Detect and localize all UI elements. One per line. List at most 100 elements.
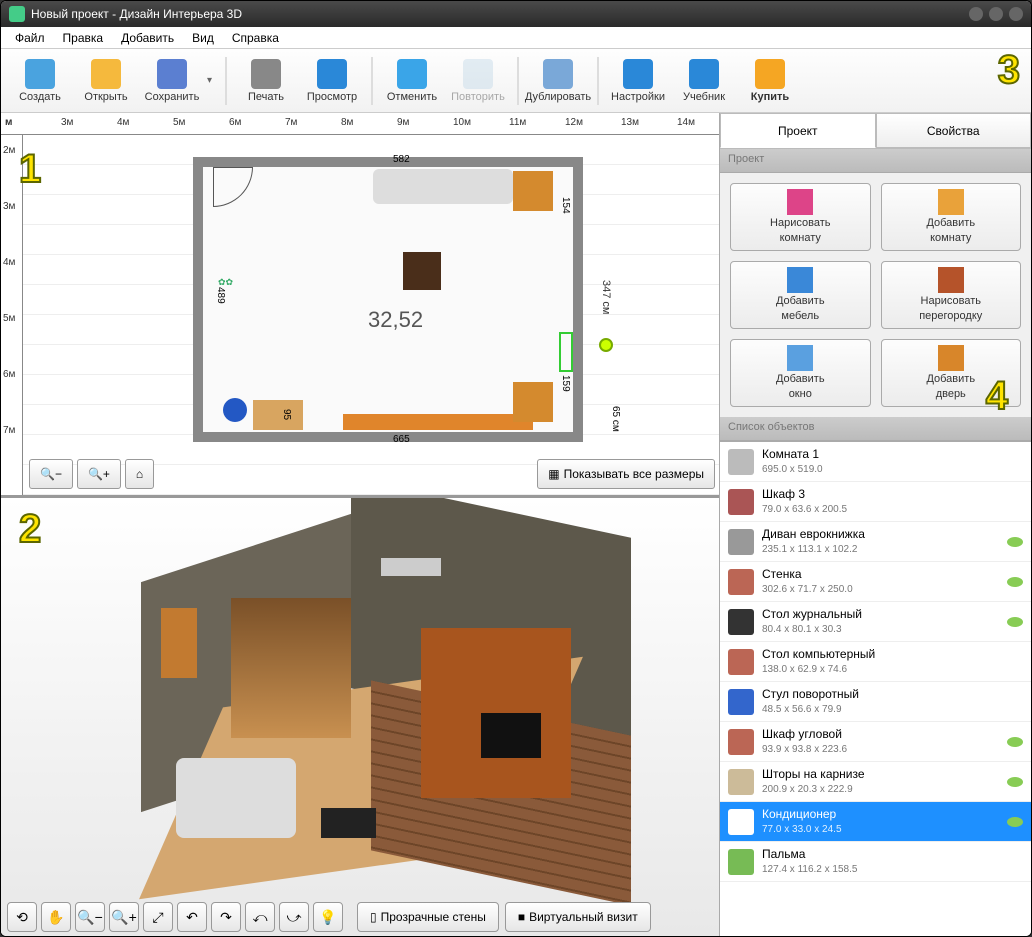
print-button[interactable]: Печать xyxy=(235,53,297,109)
view-fit-button[interactable]: ⤢ xyxy=(143,902,173,932)
corner-cabinet[interactable] xyxy=(513,171,553,211)
visibility-icon[interactable] xyxy=(1007,817,1023,827)
dim-plant: 489 xyxy=(215,287,226,304)
ruler-v-tick: 3м xyxy=(3,201,15,212)
dim-chair: 95 xyxy=(281,409,292,420)
menu-Вид[interactable]: Вид xyxy=(184,29,222,47)
view-3d[interactable]: ⟲✋🔍−🔍+⤢↶↷⤺⤻💡 ▯Прозрачные стены ■Виртуаль… xyxy=(1,495,719,937)
plant[interactable]: ✿✿ xyxy=(218,277,278,337)
menu-Правка[interactable]: Правка xyxy=(55,29,112,47)
object-row[interactable]: Пальма127.4 x 116.2 x 158.5 xyxy=(720,842,1031,882)
view-360-button[interactable]: ⟲ xyxy=(7,902,37,932)
menu-Файл[interactable]: Файл xyxy=(7,29,53,47)
tab-properties[interactable]: Свойства xyxy=(876,113,1032,148)
action-draw-room[interactable]: Нарисоватькомнату xyxy=(730,183,871,251)
create-button[interactable]: Создать xyxy=(9,53,71,109)
view-hand-button[interactable]: ✋ xyxy=(41,902,71,932)
menu-Добавить[interactable]: Добавить xyxy=(113,29,182,47)
object-icon xyxy=(728,449,754,475)
ruler-v-tick: 5м xyxy=(3,313,15,324)
save-icon xyxy=(157,59,187,89)
coffee-table[interactable] xyxy=(403,252,441,290)
object-list[interactable]: Комната 1695.0 x 519.0Шкаф 379.0 x 63.6 … xyxy=(720,441,1031,937)
table-3d xyxy=(321,808,376,838)
transparent-walls-toggle[interactable]: ▯Прозрачные стены xyxy=(357,902,499,932)
open-button[interactable]: Открыть xyxy=(75,53,137,109)
minimize-button[interactable] xyxy=(969,7,983,21)
show-all-dims-toggle[interactable]: ▦ Показывать все размеры xyxy=(537,459,715,489)
action-add-window[interactable]: Добавитьокно xyxy=(730,339,871,407)
action-add-furniture[interactable]: Добавитьмебель xyxy=(730,261,871,329)
annotation-1: 1 xyxy=(19,147,41,192)
view-rotate-r-button[interactable]: ↷ xyxy=(211,902,241,932)
toolbar: СоздатьОткрытьСохранить ▾ ПечатьПросмотр От… xyxy=(1,49,1031,113)
zoom-in-button[interactable]: 🔍+ xyxy=(77,459,121,489)
view-zoom-in-button[interactable]: 🔍+ xyxy=(109,902,139,932)
object-name: Пальма xyxy=(762,847,1023,863)
object-row[interactable]: Комната 1695.0 x 519.0 xyxy=(720,442,1031,482)
dim-top: 582 xyxy=(393,154,410,165)
ruler-h-tick: 13м xyxy=(621,117,639,128)
selected-ac[interactable] xyxy=(559,332,573,372)
object-row[interactable]: Стол компьютерный138.0 x 62.9 x 74.6 xyxy=(720,642,1031,682)
titlebar[interactable]: Новый проект - Дизайн Интерьера 3D xyxy=(1,1,1031,27)
visibility-icon[interactable] xyxy=(1007,737,1023,747)
app-window: Новый проект - Дизайн Интерьера 3D ФайлП… xyxy=(0,0,1032,937)
object-name: Диван еврокнижка xyxy=(762,527,999,543)
close-button[interactable] xyxy=(1009,7,1023,21)
chair[interactable] xyxy=(223,398,247,422)
maximize-button[interactable] xyxy=(989,7,1003,21)
visibility-icon[interactable] xyxy=(1007,577,1023,587)
settings-button[interactable]: Настройки xyxy=(607,53,669,109)
object-row[interactable]: Кондиционер77.0 x 33.0 x 24.5 xyxy=(720,802,1031,842)
tab-project[interactable]: Проект xyxy=(720,113,876,148)
ruler-horizontal: м 3м4м5м6м7м8м9м10м11м12м13м14м xyxy=(1,113,719,135)
right-panel: Проект Свойства Проект Нарисоватькомнату… xyxy=(719,113,1031,937)
ruler-h-tick: 8м xyxy=(341,117,353,128)
ruler-h-tick: 14м xyxy=(677,117,695,128)
desk[interactable] xyxy=(253,400,303,430)
sofa-top[interactable] xyxy=(373,169,513,204)
save-dropdown[interactable]: ▾ xyxy=(207,75,217,86)
object-row[interactable]: Шторы на карнизе200.9 x 20.3 x 222.9 xyxy=(720,762,1031,802)
action-add-room[interactable]: Добавитькомнату xyxy=(881,183,1022,251)
object-row[interactable]: Стул поворотный48.5 x 56.6 x 79.9 xyxy=(720,682,1031,722)
duplicate-icon xyxy=(543,59,573,89)
save-button[interactable]: Сохранить xyxy=(141,53,203,109)
view-3d-tools: ⟲✋🔍−🔍+⤢↶↷⤺⤻💡 xyxy=(7,902,343,932)
visibility-icon[interactable] xyxy=(1007,617,1023,627)
object-row[interactable]: Диван еврокнижка235.1 x 113.1 x 102.2 xyxy=(720,522,1031,562)
manual-button[interactable]: Учебник xyxy=(673,53,735,109)
duplicate-button[interactable]: Дублировать xyxy=(527,53,589,109)
menu-Справка[interactable]: Справка xyxy=(224,29,287,47)
redo-button[interactable]: Повторить xyxy=(447,53,509,109)
zoom-out-button[interactable]: 🔍− xyxy=(29,459,73,489)
preview-icon xyxy=(317,59,347,89)
visibility-icon[interactable] xyxy=(1007,777,1023,787)
preview-button[interactable]: Просмотр xyxy=(301,53,363,109)
object-icon xyxy=(728,849,754,875)
virtual-visit-button[interactable]: ■Виртуальный визит xyxy=(505,902,651,932)
add-window-icon xyxy=(787,345,813,371)
annotation-3: 3 xyxy=(998,48,1020,93)
wall-unit[interactable] xyxy=(343,414,533,430)
view-rotate-l-button[interactable]: ↶ xyxy=(177,902,207,932)
action-draw-partition[interactable]: Нарисоватьперегородку xyxy=(881,261,1022,329)
view-arc-r-button[interactable]: ⤻ xyxy=(279,902,309,932)
object-row[interactable]: Шкаф угловой93.9 x 93.8 x 223.6 xyxy=(720,722,1031,762)
floor-plan[interactable]: 32,52 ✿✿ 582 665 347 с xyxy=(23,135,719,495)
home-button[interactable]: ⌂ xyxy=(125,459,154,489)
object-row[interactable]: Стол журнальный80.4 x 80.1 x 30.3 xyxy=(720,602,1031,642)
view-light-button[interactable]: 💡 xyxy=(313,902,343,932)
undo-button[interactable]: Отменить xyxy=(381,53,443,109)
object-row[interactable]: Стенка302.6 x 71.7 x 250.0 xyxy=(720,562,1031,602)
corner-cabinet-2[interactable] xyxy=(513,382,553,422)
view-arc-l-button[interactable]: ⤺ xyxy=(245,902,275,932)
buy-button[interactable]: Купить xyxy=(739,53,801,109)
object-name: Стенка xyxy=(762,567,999,583)
view-zoom-out-button[interactable]: 🔍− xyxy=(75,902,105,932)
object-row[interactable]: Шкаф 379.0 x 63.6 x 200.5 xyxy=(720,482,1031,522)
visibility-icon[interactable] xyxy=(1007,537,1023,547)
print-icon xyxy=(251,59,281,89)
object-dim: 79.0 x 63.6 x 200.5 xyxy=(762,503,1023,516)
